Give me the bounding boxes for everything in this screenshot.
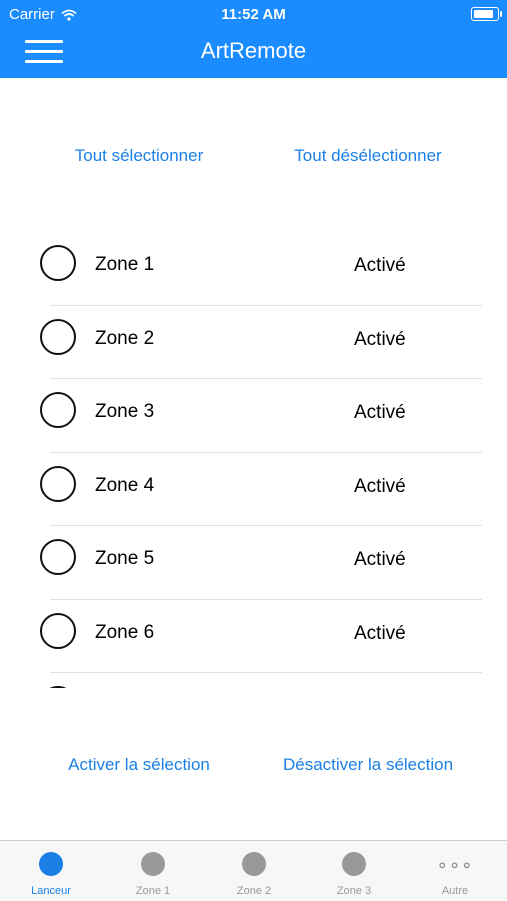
zone-status: Activé [354, 549, 406, 570]
tab-bar: Lanceur Zone 1 Zone 2 Zone 3 ∘∘∘ Autre [0, 840, 507, 901]
radio-button[interactable] [40, 686, 76, 688]
nav-bar: Carrier 11:52 AM ArtRemote [0, 0, 507, 78]
activate-selection-button[interactable]: Activer la sélection [68, 755, 210, 775]
zone-name: Zone 4 [95, 474, 155, 496]
zone-name: Zone 3 [95, 401, 155, 422]
zone-status: Activé [354, 402, 406, 423]
zone-row[interactable]: Zone 2 Activé [0, 306, 507, 379]
zone-icon [242, 852, 266, 876]
tab-autre[interactable]: ∘∘∘ Autre [405, 841, 505, 901]
tab-zone-3[interactable]: Zone 3 [304, 841, 404, 901]
tab-label: Zone 1 [135, 885, 171, 897]
zone-name: Zone 2 [95, 327, 155, 349]
zone-status: Activé [354, 328, 406, 350]
tab-zone-2[interactable]: Zone 2 [204, 841, 304, 901]
battery-level [474, 10, 493, 18]
select-all-button[interactable]: Tout sélectionner [75, 146, 204, 166]
radio-button[interactable] [40, 612, 76, 649]
zone-name: Zone 5 [95, 548, 155, 569]
tab-label: Zone 2 [236, 885, 272, 897]
zone-row[interactable]: Zone 1 Activé [0, 232, 507, 306]
more-icon: ∘∘∘ [436, 855, 474, 875]
radio-button[interactable] [40, 539, 76, 575]
zone-row[interactable]: Zone 6 Activé [0, 600, 507, 673]
radio-button[interactable] [40, 465, 76, 502]
app-title: ArtRemote [200, 38, 307, 63]
zone-row[interactable]: Zone 5 Activé [0, 526, 507, 600]
launcher-icon [39, 852, 63, 876]
zone-row[interactable]: Zone 4 Activé [0, 453, 507, 526]
deselect-all-button[interactable]: Tout désélectionner [294, 146, 441, 166]
zone-row-partial[interactable] [0, 673, 507, 688]
battery-icon [471, 7, 502, 21]
tab-label: Autre [441, 885, 469, 897]
zone-icon [342, 852, 366, 876]
tab-label: Zone 3 [336, 885, 372, 897]
tab-lanceur[interactable]: Lanceur [1, 841, 101, 901]
radio-button[interactable] [40, 245, 76, 281]
tab-label: Lanceur [31, 885, 71, 897]
zone-icon [141, 852, 165, 876]
radio-button[interactable] [40, 318, 76, 355]
tab-zone-1[interactable]: Zone 1 [103, 841, 203, 901]
zone-name: Zone 1 [95, 254, 155, 275]
zone-row[interactable]: Zone 3 Activé [0, 379, 507, 453]
zone-status: Activé [354, 622, 406, 644]
zone-status: Activé [354, 255, 406, 276]
zone-list[interactable]: Zone 1 Activé Zone 2 Activé Zone 3 Activé Zone… [0, 232, 507, 688]
radio-button[interactable] [40, 392, 76, 428]
status-bar: Carrier 11:52 AM [0, 0, 507, 28]
deactivate-selection-button[interactable]: Désactiver la sélection [283, 755, 453, 775]
zone-status: Activé [354, 475, 406, 497]
zone-name: Zone 6 [95, 621, 155, 643]
status-time: 11:52 AM [221, 6, 286, 23]
